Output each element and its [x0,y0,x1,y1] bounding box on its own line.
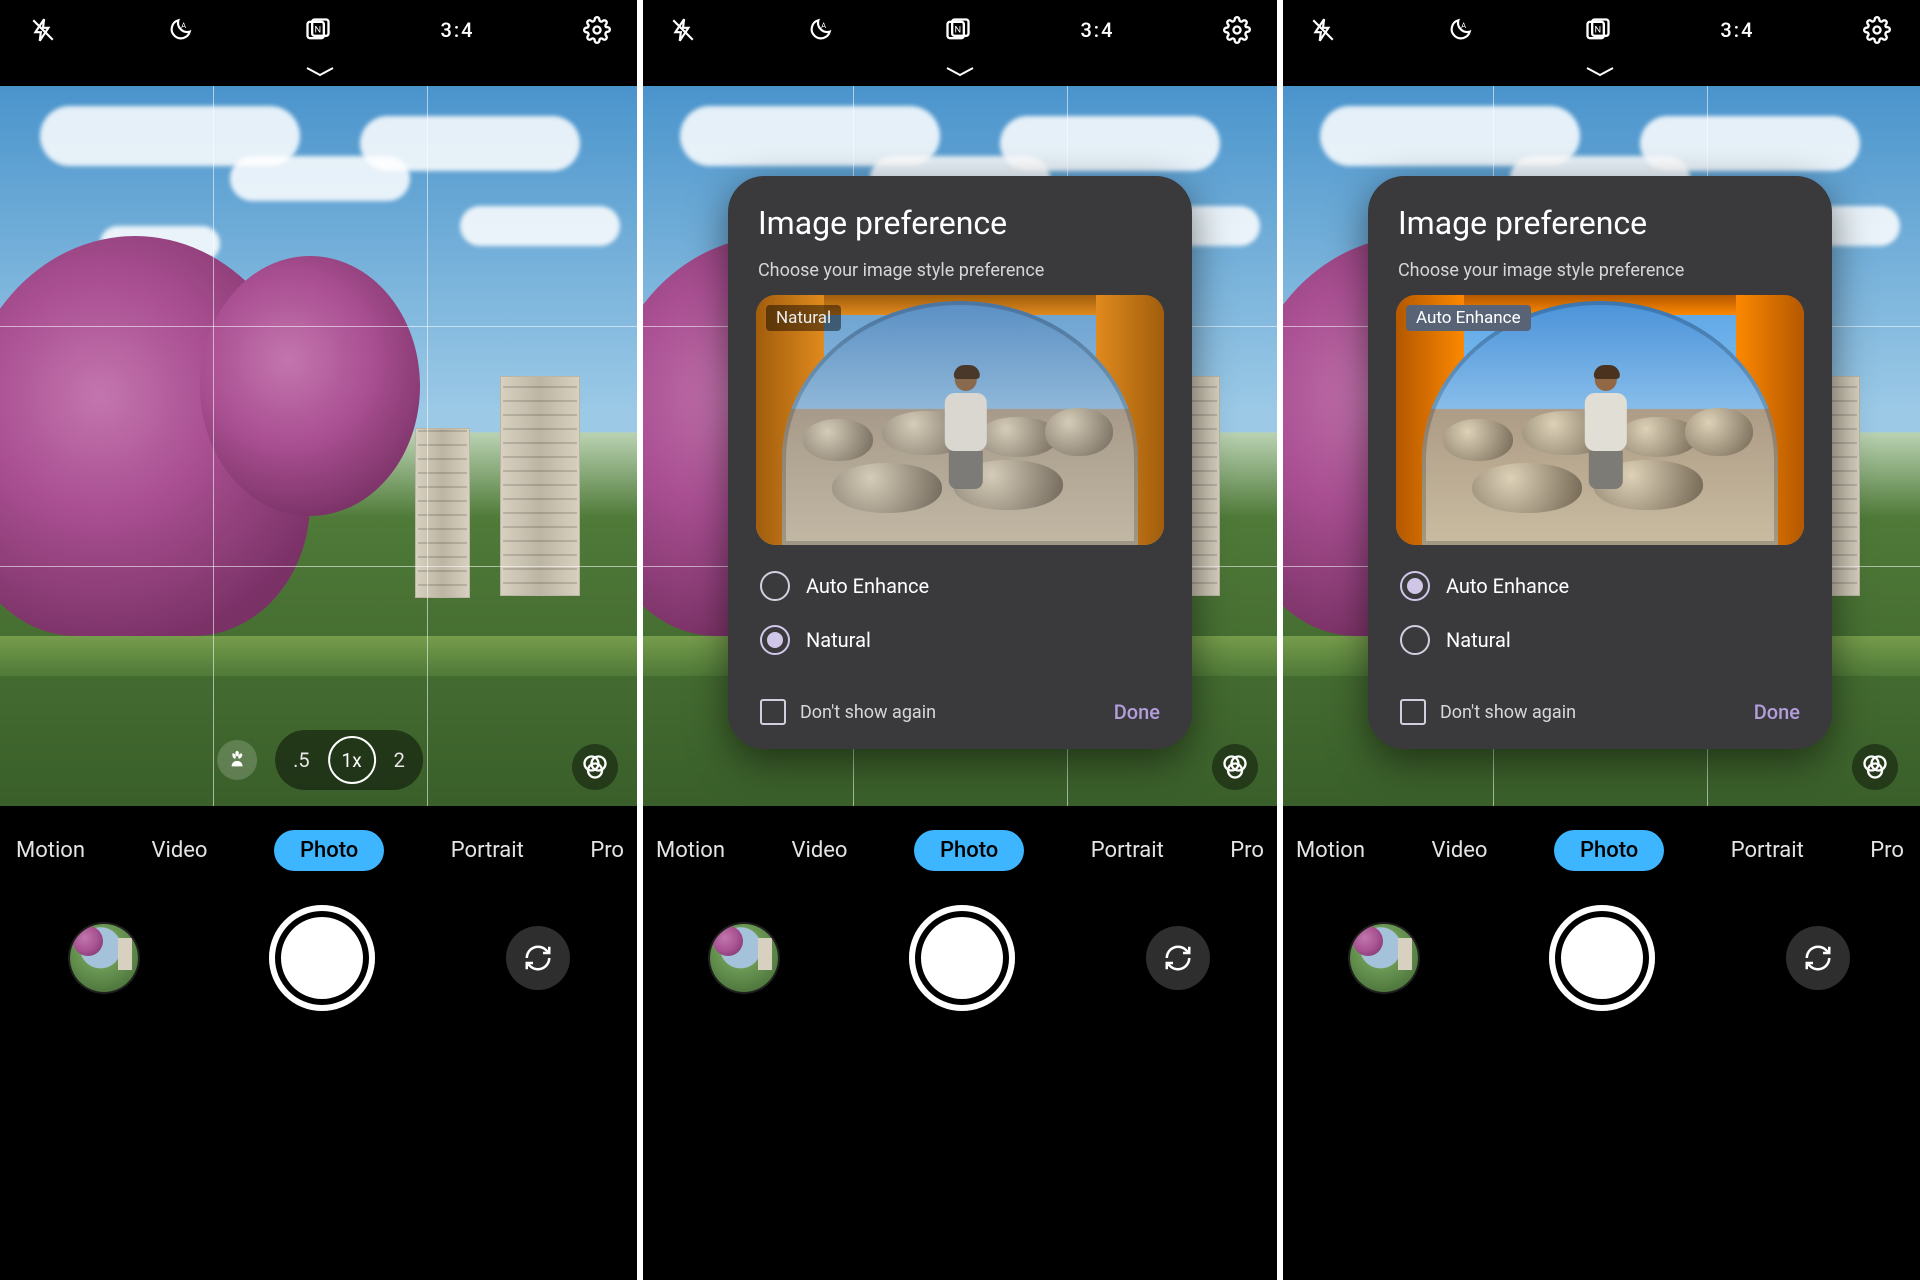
flash-off-icon[interactable] [668,15,698,45]
capture-controls [0,879,640,1041]
expand-chevron-icon[interactable] [0,60,640,86]
mode-pro[interactable]: Pro [1870,838,1904,863]
dont-show-again-checkbox[interactable]: Don't show again [760,699,936,725]
zoom-controls: .5 1x 2 [217,730,423,790]
zoom-1x-active[interactable]: 1x [328,736,376,784]
night-mode-icon[interactable]: A [805,15,835,45]
svg-text:A: A [822,21,827,30]
option-label: Natural [1446,628,1511,652]
svg-text:N: N [954,24,961,35]
aspect-ratio[interactable]: 3:4 [440,18,474,42]
mode-photo-active[interactable]: Photo [274,830,384,871]
mode-video[interactable]: Video [1431,838,1487,863]
dont-show-again-checkbox[interactable]: Don't show again [1400,699,1576,725]
mode-motion[interactable]: Motion [1296,838,1365,863]
svg-text:A: A [182,21,187,30]
done-button[interactable]: Done [1754,700,1800,724]
filters-icon[interactable] [572,744,618,790]
mode-selector: Motion Video Photo Portrait Pro [640,806,1280,879]
option-natural[interactable]: Natural [1400,625,1804,655]
switch-camera-icon[interactable] [1786,926,1850,990]
shutter-button[interactable] [269,905,375,1011]
phone-screen-3: A N 3:4 Motion Video Photo Portrait Pro [1280,0,1920,1280]
zoom-2x[interactable]: 2 [394,748,405,772]
mode-motion[interactable]: Motion [16,838,85,863]
done-button[interactable]: Done [1114,700,1160,724]
shutter-button[interactable] [909,905,1015,1011]
dialog-subtitle: Choose your image style preference [1398,260,1804,281]
raw-toggle-icon[interactable]: N [1583,15,1613,45]
checkbox-label: Don't show again [1440,702,1576,723]
dialog-subtitle: Choose your image style preference [758,260,1164,281]
preview-image: Natural [756,295,1164,545]
raw-toggle-icon[interactable]: N [303,15,333,45]
macro-flower-icon[interactable] [217,740,257,780]
filters-icon[interactable] [1852,744,1898,790]
camera-topbar: A N 3:4 [0,0,640,60]
mode-portrait[interactable]: Portrait [1091,838,1164,863]
filters-icon[interactable] [1212,744,1258,790]
phone-screen-1: A N 3:4 [0,0,640,1280]
image-preference-dialog: Image preference Choose your image style… [728,176,1192,749]
dialog-title: Image preference [1398,204,1804,242]
settings-gear-icon[interactable] [582,15,612,45]
svg-text:N: N [314,24,321,35]
switch-camera-icon[interactable] [506,926,570,990]
night-mode-icon[interactable]: A [165,15,195,45]
svg-text:A: A [1462,21,1467,30]
option-label: Natural [806,628,871,652]
aspect-ratio[interactable]: 3:4 [1720,18,1754,42]
gallery-thumbnail[interactable] [710,924,778,992]
option-label: Auto Enhance [806,574,929,598]
night-mode-icon[interactable]: A [1445,15,1475,45]
gallery-thumbnail[interactable] [70,924,138,992]
phone-screen-2: A N 3:4 Motion Video Photo Portrait Pro [640,0,1280,1280]
option-auto-enhance[interactable]: Auto Enhance [760,571,1164,601]
switch-camera-icon[interactable] [1146,926,1210,990]
preview-image: Auto Enhance [1396,295,1804,545]
raw-toggle-icon[interactable]: N [943,15,973,45]
svg-text:N: N [1594,24,1601,35]
mode-portrait[interactable]: Portrait [1731,838,1804,863]
option-natural[interactable]: Natural [760,625,1164,655]
camera-topbar: A N 3:4 [640,0,1280,60]
mode-motion[interactable]: Motion [656,838,725,863]
settings-gear-icon[interactable] [1222,15,1252,45]
mode-video[interactable]: Video [791,838,847,863]
mode-photo-active[interactable]: Photo [914,830,1024,871]
mode-portrait[interactable]: Portrait [451,838,524,863]
checkbox-label: Don't show again [800,702,936,723]
mode-photo-active[interactable]: Photo [1554,830,1664,871]
capture-controls [640,879,1280,1041]
flash-off-icon[interactable] [1308,15,1338,45]
option-label: Auto Enhance [1446,574,1569,598]
mode-pro[interactable]: Pro [1230,838,1264,863]
option-auto-enhance[interactable]: Auto Enhance [1400,571,1804,601]
viewfinder[interactable]: .5 1x 2 [0,86,640,806]
camera-topbar: A N 3:4 [1280,0,1920,60]
mode-video[interactable]: Video [152,838,208,863]
dialog-title: Image preference [758,204,1164,242]
settings-gear-icon[interactable] [1862,15,1892,45]
gallery-thumbnail[interactable] [1350,924,1418,992]
preview-tag-natural: Natural [766,305,841,331]
mode-pro[interactable]: Pro [590,838,624,863]
image-preference-dialog: Image preference Choose your image style… [1368,176,1832,749]
mode-selector: Motion Video Photo Portrait Pro [1280,806,1920,879]
zoom-0.5x[interactable]: .5 [293,748,310,772]
preview-tag-auto-enhance: Auto Enhance [1406,305,1531,331]
capture-controls [1280,879,1920,1041]
flash-off-icon[interactable] [28,15,58,45]
shutter-button[interactable] [1549,905,1655,1011]
aspect-ratio[interactable]: 3:4 [1080,18,1114,42]
expand-chevron-icon[interactable] [640,60,1280,86]
mode-selector: Motion Video Photo Portrait Pro [0,806,640,879]
expand-chevron-icon[interactable] [1280,60,1920,86]
